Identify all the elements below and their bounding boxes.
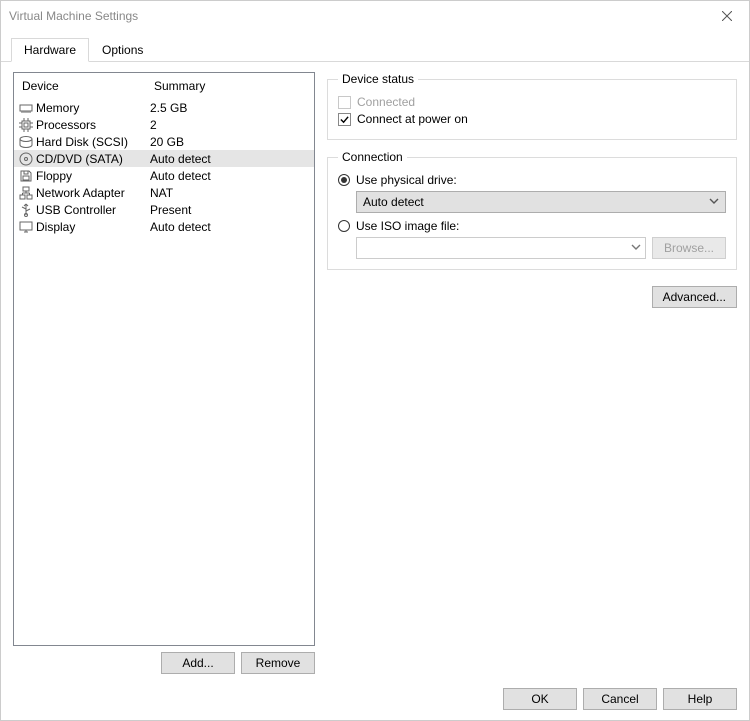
- checkbox-icon: [338, 113, 351, 126]
- device-table-header: Device Summary: [14, 73, 314, 99]
- ok-button[interactable]: OK: [503, 688, 577, 710]
- network-icon: [18, 185, 34, 201]
- use-iso-radio[interactable]: Use ISO image file:: [338, 219, 726, 233]
- device-summary: Auto detect: [150, 169, 310, 183]
- iso-path-input[interactable]: [356, 237, 646, 259]
- chevron-down-icon: [709, 195, 719, 209]
- advanced-row: Advanced...: [327, 286, 737, 308]
- device-summary: 20 GB: [150, 135, 310, 149]
- device-name: Network Adapter: [36, 186, 150, 200]
- remove-button[interactable]: Remove: [241, 652, 315, 674]
- device-row[interactable]: FloppyAuto detect: [14, 167, 314, 184]
- connect-at-poweron-checkbox[interactable]: Connect at power on: [338, 112, 726, 126]
- tab-bar: Hardware Options: [1, 31, 749, 62]
- device-summary: NAT: [150, 186, 310, 200]
- checkbox-icon: [338, 96, 351, 109]
- device-summary: 2: [150, 118, 310, 132]
- device-row[interactable]: Processors2: [14, 116, 314, 133]
- vm-settings-window: Virtual Machine Settings Hardware Option…: [0, 0, 750, 721]
- content-area: Device Summary Memory2.5 GBProcessors2Ha…: [1, 62, 749, 680]
- use-physical-label: Use physical drive:: [356, 173, 457, 187]
- disk-icon: [18, 134, 34, 150]
- use-physical-radio[interactable]: Use physical drive:: [338, 173, 726, 187]
- device-row[interactable]: Memory2.5 GB: [14, 99, 314, 116]
- device-pane: Device Summary Memory2.5 GBProcessors2Ha…: [13, 72, 315, 680]
- close-icon: [722, 11, 732, 21]
- cpu-icon: [18, 117, 34, 133]
- connection-group: Connection Use physical drive: Auto dete…: [327, 150, 737, 270]
- device-status-legend: Device status: [338, 72, 418, 86]
- device-summary: Auto detect: [150, 220, 310, 234]
- advanced-button[interactable]: Advanced...: [652, 286, 737, 308]
- col-header-device[interactable]: Device: [14, 73, 146, 99]
- memory-icon: [18, 100, 34, 116]
- device-summary: Present: [150, 203, 310, 217]
- device-name: CD/DVD (SATA): [36, 152, 150, 166]
- connected-label: Connected: [357, 95, 415, 109]
- dialog-buttons: OK Cancel Help: [1, 680, 749, 720]
- device-name: Processors: [36, 118, 150, 132]
- device-name: USB Controller: [36, 203, 150, 217]
- titlebar: Virtual Machine Settings: [1, 1, 749, 31]
- settings-pane: Device status Connected Connect at power…: [327, 72, 737, 680]
- usb-icon: [18, 202, 34, 218]
- display-icon: [18, 219, 34, 235]
- chevron-down-icon: [631, 241, 641, 255]
- device-name: Display: [36, 220, 150, 234]
- device-table: Device Summary Memory2.5 GBProcessors2Ha…: [13, 72, 315, 646]
- help-button[interactable]: Help: [663, 688, 737, 710]
- radio-icon: [338, 220, 350, 232]
- close-button[interactable]: [704, 1, 749, 31]
- tab-options[interactable]: Options: [89, 38, 156, 62]
- physical-drive-select[interactable]: Auto detect: [356, 191, 726, 213]
- device-summary: 2.5 GB: [150, 101, 310, 115]
- cancel-button[interactable]: Cancel: [583, 688, 657, 710]
- radio-icon: [338, 174, 350, 186]
- connect-at-poweron-label: Connect at power on: [357, 112, 468, 126]
- window-title: Virtual Machine Settings: [9, 9, 704, 23]
- device-status-group: Device status Connected Connect at power…: [327, 72, 737, 140]
- iso-row: Browse...: [356, 237, 726, 259]
- use-iso-label: Use ISO image file:: [356, 219, 459, 233]
- physical-drive-value: Auto detect: [363, 195, 424, 209]
- device-name: Floppy: [36, 169, 150, 183]
- device-row[interactable]: USB ControllerPresent: [14, 201, 314, 218]
- device-row[interactable]: CD/DVD (SATA)Auto detect: [14, 150, 314, 167]
- device-buttons: Add... Remove: [13, 646, 315, 680]
- device-row[interactable]: Hard Disk (SCSI)20 GB: [14, 133, 314, 150]
- tab-hardware[interactable]: Hardware: [11, 38, 89, 62]
- device-name: Hard Disk (SCSI): [36, 135, 150, 149]
- floppy-icon: [18, 168, 34, 184]
- connection-legend: Connection: [338, 150, 407, 164]
- col-header-summary[interactable]: Summary: [146, 73, 314, 99]
- add-button[interactable]: Add...: [161, 652, 235, 674]
- device-summary: Auto detect: [150, 152, 310, 166]
- device-row[interactable]: DisplayAuto detect: [14, 218, 314, 235]
- browse-button: Browse...: [652, 237, 726, 259]
- device-row[interactable]: Network AdapterNAT: [14, 184, 314, 201]
- cd-icon: [18, 151, 34, 167]
- connected-checkbox: Connected: [338, 95, 726, 109]
- device-name: Memory: [36, 101, 150, 115]
